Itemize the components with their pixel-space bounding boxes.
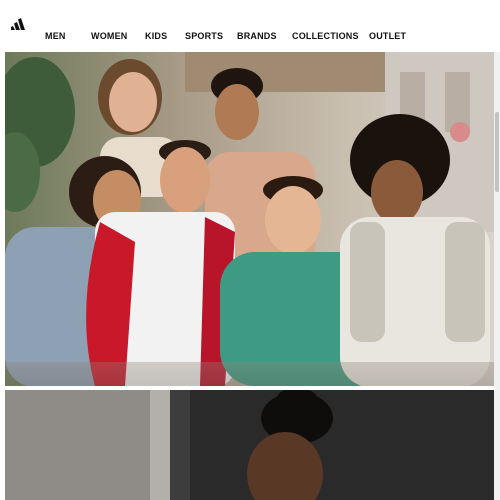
header: MEN WOMEN KIDS SPORTS BRANDS COLLECTIONS… (0, 0, 500, 52)
page-scrollbar[interactable] (494, 52, 500, 500)
main-nav: MEN WOMEN KIDS SPORTS BRANDS COLLECTIONS… (45, 30, 409, 42)
adidas-logo-icon[interactable] (10, 16, 30, 32)
nav-item-kids[interactable]: KIDS (145, 31, 185, 41)
page: MEN WOMEN KIDS SPORTS BRANDS COLLECTIONS… (0, 0, 500, 500)
nav-item-women[interactable]: WOMEN (91, 31, 145, 41)
secondary-photo (5, 390, 494, 500)
nav-item-brands[interactable]: BRANDS (237, 31, 292, 41)
nav-item-collections[interactable]: COLLECTIONS (292, 31, 369, 41)
secondary-banner[interactable] (5, 390, 494, 500)
hero-photo (5, 52, 494, 386)
scrollbar-thumb[interactable] (495, 112, 499, 192)
nav-item-outlet[interactable]: OUTLET (369, 31, 409, 41)
nav-item-men[interactable]: MEN (45, 31, 91, 41)
hero-banner[interactable] (5, 52, 494, 386)
nav-item-sports[interactable]: SPORTS (185, 31, 237, 41)
